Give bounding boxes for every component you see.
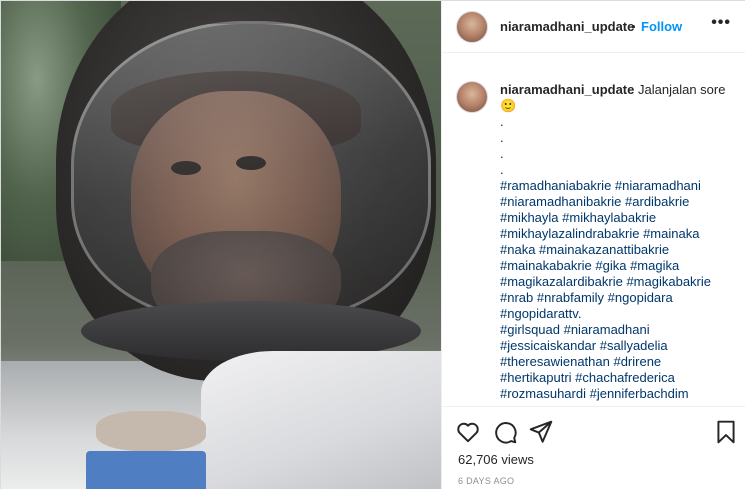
hashtag-line[interactable]: #hertikaputri #chachafrederica [500,370,736,386]
hashtag-line[interactable]: #mikhayla #mikhaylabakrie [500,210,736,226]
helmet-visor [71,21,431,321]
post-side-panel: niaramadhani_update • Follow ••• niarama… [441,1,745,489]
hashtag-line[interactable]: #theresawienathan #drirene [500,354,736,370]
more-options-icon[interactable]: ••• [711,14,731,32]
avatar[interactable] [456,11,488,43]
comments-section[interactable]: niaramadhani_update Jalanjalan sore 🙂 . … [442,54,745,406]
caption-username[interactable]: niaramadhani_update [500,82,634,97]
caption-dot: . [500,114,504,129]
share-icon[interactable] [528,419,554,445]
hashtag-line[interactable]: #jessicaiskandar #sallyadelia [500,338,736,354]
heart-icon[interactable] [455,419,481,445]
hashtag-line[interactable]: #rozmasuhardi #jenniferbachdim [500,386,736,402]
post-timestamp[interactable]: 6 DAYS AGO [458,476,514,486]
hashtag-line[interactable]: #girlsquad #niaramadhani [500,322,736,338]
follow-button[interactable]: Follow [641,19,682,34]
hashtag-line[interactable]: #naka #mainakazanattibakrie [500,242,736,258]
post-header: niaramadhani_update • Follow ••• [442,1,745,53]
caption-text: Jalanjalan sore [638,82,726,97]
caption-dot: . [500,162,504,177]
post-video[interactable] [1,1,441,489]
caption-emoji: 🙂 [500,98,517,113]
caption-dot: . [500,130,504,145]
view-count: 62,706 views [458,452,534,467]
hashtag-line[interactable]: #magikazalardibakrie #magikabakrie [500,274,736,290]
hashtag-line[interactable]: #ramadhaniabakrie #niaramadhani [500,178,736,194]
jacket [201,351,441,489]
bookmark-icon[interactable] [713,419,739,445]
caption: niaramadhani_update Jalanjalan sore 🙂 . … [500,82,736,402]
hashtag-line[interactable]: #mainakabakrie #gika #magika [500,258,736,274]
header-username[interactable]: niaramadhani_update [500,19,634,34]
caption-avatar[interactable] [456,81,488,113]
comment-icon[interactable] [492,419,518,445]
caption-dot: . [500,146,504,161]
hashtag-line[interactable]: #mikhaylazalindrabakrie #mainaka [500,226,736,242]
phone [86,451,206,489]
separator-dot: • [631,19,636,34]
hashtag-line[interactable]: #ngopidarattv. [500,306,736,322]
hand [96,411,206,451]
hashtag-line[interactable]: #nrab #nrabfamily #ngopidara [500,290,736,306]
instagram-post: niaramadhani_update • Follow ••• niarama… [0,0,745,489]
post-actions: 62,706 views 6 DAYS AGO [442,406,745,489]
hashtag-line[interactable]: #niaramadhanibakrie #ardibakrie [500,194,736,210]
